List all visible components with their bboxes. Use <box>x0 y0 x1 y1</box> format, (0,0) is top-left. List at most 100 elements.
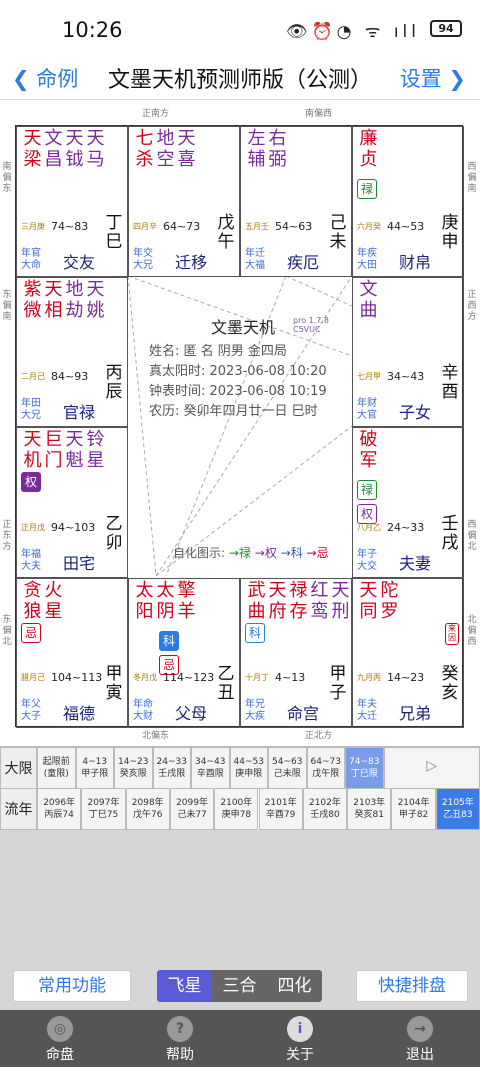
direction-top-right: 南偏西 <box>305 109 333 119</box>
daxian-cell[interactable]: 34~43 辛酉限 <box>191 747 230 789</box>
ganzhi: 戊午 <box>217 212 235 252</box>
age-range: 84~93 <box>51 370 89 383</box>
palace-chen[interactable]: 紫微天相地劫天姚二月己 84~93 丙辰年田 大兄 官禄 <box>16 276 128 427</box>
palace-xu[interactable]: 破军禄权八月乙 24~33 壬戌年子 大交 夫妻 <box>352 427 464 578</box>
liunian-cell[interactable]: 2097年 丁巳75 <box>81 788 126 830</box>
segment-flying-star[interactable]: 飞星 <box>157 970 212 1002</box>
palace-wu[interactable]: 七杀地空天喜四月辛 64~73 戊午年交 大兄 迁移 <box>128 126 240 277</box>
direction-left-bottom: 东偏北 <box>2 615 12 647</box>
palace-stars: 破军 <box>358 429 379 471</box>
bottom-nav-chart[interactable]: ◎ 命盘 <box>25 1016 95 1064</box>
liunian-cell[interactable]: 2102年 壬戌80 <box>302 788 348 830</box>
liunian-cell[interactable]: 2105年 乙丑83 <box>435 788 480 830</box>
star: 红鸾 <box>310 579 329 622</box>
sihua-badge: 科 <box>245 622 265 643</box>
changsheng: 冬月戊 <box>133 673 157 682</box>
liunian-cell[interactable]: 2100年 庚申78 <box>214 788 259 830</box>
palace-name: 夫妻 <box>399 553 432 573</box>
palace-name: 子女 <box>399 403 432 422</box>
sihua-badge: 权 <box>21 472 41 492</box>
palace-name: 福德 <box>63 704 96 723</box>
palace-si[interactable]: 天梁文昌天钺天马三月庚 74~83 丁巳年官 大命 交友 <box>16 126 128 277</box>
ganzhi: 辛酉 <box>441 363 459 402</box>
palace-name: 迁移 <box>175 252 208 272</box>
palace-you[interactable]: 文曲七月甲 34~43 辛酉年财 大官 子女 <box>352 276 464 427</box>
center-version: pro 1.7.8 C5VUC <box>293 316 329 334</box>
liunian-cell[interactable]: 2099年 己未77 <box>169 788 215 830</box>
liunian-cell[interactable]: 2104年 甲子82 <box>391 788 436 830</box>
star: 天相 <box>44 278 63 321</box>
ganzhi: 甲寅 <box>105 664 123 703</box>
age-range: 74~83 <box>51 219 89 233</box>
daxian-palace: 大交 <box>357 560 377 572</box>
direction-right-bottom: 北偏西 <box>467 615 477 647</box>
palace-stars: 左辅右弼 <box>246 128 288 170</box>
changsheng: 六月癸 <box>357 221 381 231</box>
daxian-palace: 大官 <box>357 410 377 421</box>
palace-stars: 天同陀罗 <box>358 580 400 622</box>
star: 天魁 <box>65 429 84 471</box>
bottom-nav-exit[interactable]: → 退出 <box>385 1016 455 1064</box>
palace-shen[interactable]: 廉贞禄六月癸 44~53 庚申年疾 大田 财帛 <box>352 126 464 277</box>
status-icons: 👁⏰◔ ᯤ ıll <box>285 22 420 42</box>
daxian-palace: 大田 <box>357 259 377 271</box>
direction-bottom-right: 正北方 <box>305 731 333 741</box>
age-range: 54~63 <box>275 219 313 233</box>
liunian-cell[interactable]: 2103年 癸亥81 <box>347 788 392 830</box>
common-functions-button[interactable]: 常用功能 <box>13 970 131 1002</box>
daxian-cell[interactable]: 54~63 己未限 <box>268 747 307 789</box>
changsheng: 十月丁 <box>245 673 269 682</box>
daxian-more-button[interactable]: ▷ <box>383 747 480 789</box>
sihua-badge: 来因 <box>445 622 459 645</box>
battery-icon: 94 <box>430 20 462 37</box>
palace-name: 交友 <box>63 252 96 272</box>
palace-stars: 文曲 <box>358 279 379 321</box>
daxian-cell[interactable]: 44~53 庚申限 <box>229 747 268 789</box>
star: 擎羊 <box>177 579 196 622</box>
daxian-cell[interactable]: 起限前 (童限) <box>37 747 76 789</box>
age-range: 24~33 <box>387 520 425 534</box>
direction-bottom-left: 北偏东 <box>142 731 170 741</box>
daxian-palace: 大夫 <box>21 560 41 572</box>
changsheng: 八月乙 <box>357 522 381 532</box>
age-range: 14~23 <box>387 671 425 684</box>
back-button[interactable]: ❮ 命例 <box>12 63 78 93</box>
liunian-cell[interactable]: 2101年 辛酉79 <box>258 788 303 830</box>
palace-zi[interactable]: 武曲天府禄存红鸾天刑科十月丁 4~13 甲子年兄 大疾 命宫 <box>240 577 352 728</box>
star: 太阳 <box>135 579 154 622</box>
segment-sanhe[interactable]: 三合 <box>212 970 267 1002</box>
bottom-nav-help[interactable]: ? 帮助 <box>145 1016 215 1064</box>
sihua-badge: 忌 <box>21 622 41 643</box>
changsheng: 九月丙 <box>357 673 381 682</box>
palace-stars: 廉贞 <box>358 128 379 170</box>
status-time: 10:26 <box>62 18 123 42</box>
star: 天喜 <box>177 128 196 170</box>
quick-chart-button[interactable]: 快捷排盘 <box>356 970 468 1002</box>
palace-yin[interactable]: 贪狼火星忌腊月己 104~113 甲寅年父 大子 福德 <box>16 577 128 728</box>
daxian-cell[interactable]: 4~13 甲子限 <box>75 747 114 789</box>
segment-sihua[interactable]: 四化 <box>267 970 322 1002</box>
star: 天钺 <box>65 128 84 170</box>
star: 左辅 <box>247 128 266 170</box>
changsheng: 五月壬 <box>245 221 269 231</box>
star: 禄存 <box>289 579 308 622</box>
palace-chou[interactable]: 太阳太阴擎羊科忌冬月戊 114~123 乙丑年命 大财 父母 <box>128 577 240 728</box>
palace-name: 命宫 <box>287 704 320 723</box>
settings-button[interactable]: 设置 ❯ <box>400 63 466 93</box>
daxian-cell[interactable]: 74~83 丁巳限 <box>345 747 384 789</box>
age-range: 4~13 <box>275 671 306 684</box>
liunian-cell[interactable]: 2096年 丙辰74 <box>37 788 82 830</box>
bottom-nav-about[interactable]: i 关于 <box>265 1016 335 1064</box>
daxian-cell[interactable]: 14~23 癸亥限 <box>114 747 153 789</box>
nav-bar: 文墨天机预测师版（公测） ❮ 命例 设置 ❯ <box>0 56 480 100</box>
palace-hai[interactable]: 天同陀罗来因九月丙 14~23 癸亥年夫 大迁 兄弟 <box>352 577 464 728</box>
self-hua-legend: 自化图示: →禄 →权 →科 →忌 <box>173 546 329 560</box>
daxian-cell[interactable]: 64~73 戊午限 <box>306 747 345 789</box>
age-range: 94~103 <box>51 520 96 534</box>
ganzhi: 丁巳 <box>105 212 123 252</box>
daxian-cell[interactable]: 24~33 壬戌限 <box>152 747 191 789</box>
lunar-line: 农历: 癸卯年四月廿一日 巳时 <box>149 404 318 419</box>
palace-mao[interactable]: 天机巨门天魁铃星权正月戊 94~103 乙卯年福 大夫 田宅 <box>16 427 128 578</box>
palace-wei[interactable]: 左辅右弼五月壬 54~63 己未年迁 大福 疾厄 <box>240 126 352 277</box>
liunian-cell[interactable]: 2098年 戊午76 <box>125 788 170 830</box>
